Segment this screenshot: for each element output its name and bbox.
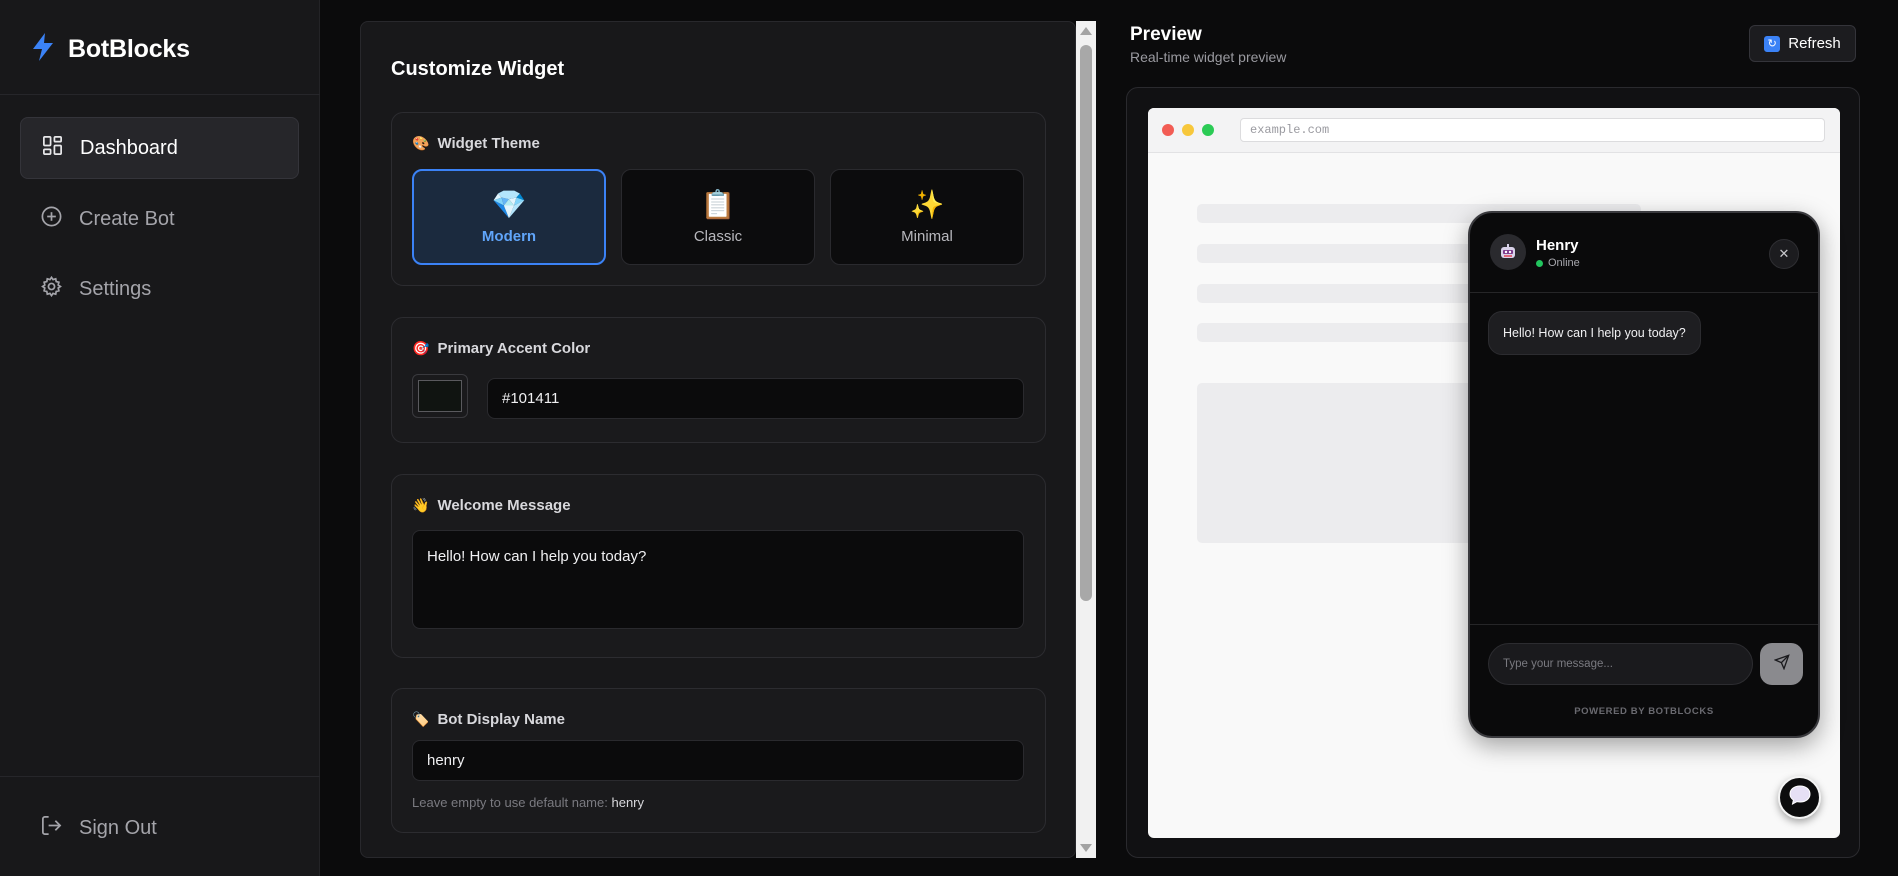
bot-status: Online (1536, 257, 1580, 269)
close-dot-icon (1162, 124, 1174, 136)
hint-default-name: henry (611, 795, 645, 810)
display-name-section-label: 🏷️ Bot Display Name (412, 711, 565, 728)
display-name-label: Bot Display Name (437, 711, 565, 728)
clipboard-icon: 📋 (700, 188, 736, 220)
bot-avatar-icon (1490, 234, 1526, 270)
gear-icon (40, 275, 63, 304)
dashboard-icon (41, 134, 64, 163)
bot-message-bubble: Hello! How can I help you today? (1488, 311, 1701, 355)
plus-circle-icon (40, 205, 63, 234)
theme-option-modern[interactable]: 💎 Modern (412, 169, 606, 265)
accent-section: 🎯 Primary Accent Color #101411 (391, 317, 1046, 443)
theme-option-label: Modern (481, 227, 537, 245)
refresh-label: Refresh (1788, 35, 1841, 52)
welcome-label: Welcome Message (437, 497, 571, 514)
close-widget-button[interactable]: ✕ (1769, 239, 1799, 269)
sidebar-divider (0, 776, 320, 777)
theme-section-label: 🎨 Widget Theme (412, 135, 540, 152)
send-icon (1773, 653, 1790, 675)
message-input[interactable]: Type your message... (1488, 643, 1753, 685)
preview-subtitle: Real-time widget preview (1130, 49, 1287, 65)
display-name-section: 🏷️ Bot Display Name henry Leave empty to… (391, 688, 1046, 833)
minimize-dot-icon (1182, 124, 1194, 136)
scroll-down-arrow-icon[interactable] (1080, 844, 1092, 852)
sign-out-button[interactable]: Sign Out (20, 797, 299, 859)
refresh-button[interactable]: ↻ Refresh (1749, 25, 1856, 62)
accent-section-label: 🎯 Primary Accent Color (412, 340, 590, 357)
theme-option-classic[interactable]: 📋 Classic (621, 169, 815, 265)
sidebar-item-label: Create Bot (79, 207, 175, 230)
theme-option-minimal[interactable]: ✨ Minimal (830, 169, 1024, 265)
browser-bar: example.com (1148, 108, 1840, 153)
accent-color-fill (418, 380, 462, 412)
theme-section: 🎨 Widget Theme 💎 Modern 📋 Classic ✨ Mini… (391, 112, 1046, 286)
bot-name: Henry (1536, 237, 1579, 254)
sidebar-item-dashboard[interactable]: Dashboard (20, 117, 299, 179)
scrollbar[interactable] (1076, 21, 1096, 858)
customize-panel: Customize Widget 🎨 Widget Theme 💎 Modern… (360, 21, 1076, 858)
url-bar: example.com (1240, 118, 1825, 142)
scroll-up-arrow-icon[interactable] (1080, 27, 1092, 35)
target-icon: 🎯 (412, 340, 430, 356)
hint-text: Leave empty to use default name: (412, 795, 608, 810)
chat-launcher-button[interactable] (1778, 776, 1821, 819)
welcome-message-textarea[interactable]: Hello! How can I help you today? (412, 530, 1024, 629)
tag-icon: 🏷️ (412, 711, 430, 727)
close-icon: ✕ (1778, 246, 1790, 261)
sidebar-item-label: Dashboard (80, 136, 178, 159)
preview-title: Preview (1130, 24, 1202, 45)
status-text: Online (1548, 257, 1580, 269)
chat-widget: Henry Online ✕ Hello! How can I help you… (1468, 211, 1820, 738)
send-button[interactable] (1760, 643, 1803, 685)
sidebar-item-create-bot[interactable]: Create Bot (20, 188, 299, 250)
chat-bubble-icon (1788, 784, 1812, 811)
scrollbar-thumb[interactable] (1080, 45, 1092, 601)
maximize-dot-icon (1202, 124, 1214, 136)
brand-name: BotBlocks (68, 34, 190, 63)
online-dot-icon (1536, 259, 1543, 267)
accent-color-swatch[interactable] (412, 374, 468, 418)
sign-out-icon (40, 814, 63, 843)
theme-option-label: Classic (693, 227, 743, 245)
welcome-section: 👋 Welcome Message Hello! How can I help … (391, 474, 1046, 658)
welcome-section-label: 👋 Welcome Message (412, 497, 571, 514)
sidebar-item-label: Settings (79, 277, 152, 300)
sidebar: BotBlocks Dashboard Create Bot Settings … (0, 0, 320, 876)
gem-icon: 💎 (491, 188, 527, 220)
sidebar-divider (0, 94, 320, 95)
powered-by: POWERED BY BOTBLOCKS (1574, 706, 1714, 717)
sign-out-label: Sign Out (79, 816, 157, 839)
palette-icon: 🎨 (412, 135, 430, 151)
theme-label: Widget Theme (437, 135, 540, 152)
sparkles-icon: ✨ (909, 188, 945, 220)
display-name-hint: Leave empty to use default name: henry (412, 795, 644, 810)
display-name-input[interactable]: henry (412, 740, 1024, 781)
widget-header: Henry Online ✕ (1470, 213, 1818, 293)
skeleton-line (1197, 323, 1503, 342)
sidebar-item-settings[interactable]: Settings (20, 258, 299, 320)
refresh-icon: ↻ (1764, 35, 1781, 52)
panel-title: Customize Widget (391, 58, 565, 80)
bolt-logo-icon (30, 32, 56, 67)
wave-icon: 👋 (412, 497, 430, 513)
accent-label: Primary Accent Color (437, 340, 591, 357)
widget-divider (1470, 624, 1818, 625)
theme-option-label: Minimal (901, 227, 953, 245)
brand[interactable]: BotBlocks (30, 30, 190, 68)
accent-color-input[interactable]: #101411 (487, 378, 1024, 419)
